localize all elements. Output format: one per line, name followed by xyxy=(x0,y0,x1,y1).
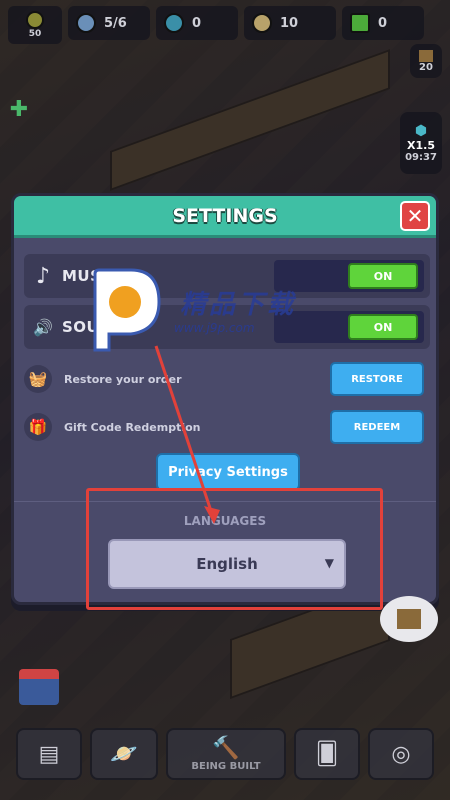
being-built-button[interactable]: 🔨 BEING BUILT xyxy=(166,728,286,780)
shop-button[interactable] xyxy=(14,664,64,710)
hammer-icon: 🔨 xyxy=(212,736,240,761)
settings-title: SETTINGS xyxy=(172,204,278,227)
restore-label: Restore your order xyxy=(64,372,182,386)
crate-count: 20 xyxy=(419,61,433,73)
plus-gear-icon: ✚ xyxy=(9,96,29,122)
level-value: 50 xyxy=(28,29,42,39)
watermark-url: www.j9p.com xyxy=(174,321,255,335)
gift-icon: 🎁 xyxy=(24,413,52,441)
basket-icon: 🧺 xyxy=(24,365,52,393)
gem-icon xyxy=(164,13,184,33)
worker-icon xyxy=(76,13,96,33)
gift-row: 🎁 Gift Code Redemption REDEEM xyxy=(24,408,430,446)
blocks-value: 0 xyxy=(378,15,388,31)
redeem-button[interactable]: REDEEM xyxy=(330,410,424,444)
watermark-logo xyxy=(93,268,161,352)
mushroom-icon xyxy=(252,13,272,33)
shop-icon xyxy=(19,669,59,705)
build-bubble[interactable] xyxy=(380,596,438,642)
block-icon xyxy=(350,13,370,33)
target-icon: ◎ xyxy=(391,741,411,767)
sound-toggle[interactable]: ON xyxy=(274,311,424,343)
restore-button[interactable]: RESTORE xyxy=(330,362,424,396)
blocks-counter[interactable]: 0 xyxy=(342,6,424,40)
level-icon xyxy=(26,11,44,29)
gems-value: 0 xyxy=(192,15,202,31)
sound-toggle-on[interactable]: ON xyxy=(348,314,418,340)
close-icon: ✕ xyxy=(406,204,424,228)
tool-cards-button[interactable]: 🂠 xyxy=(294,728,360,780)
planet-icon: 🪐 xyxy=(110,741,138,767)
speed-button[interactable]: ⬢ X1.5 09:37 xyxy=(400,112,442,174)
timer-value: 09:37 xyxy=(405,152,437,163)
speed-icon: ⬢ xyxy=(414,123,428,139)
gift-label: Gift Code Redemption xyxy=(64,420,201,434)
restore-row: 🧺 Restore your order RESTORE xyxy=(24,360,430,398)
crate-icon xyxy=(419,49,433,62)
speed-value: X1.5 xyxy=(407,139,435,152)
tool-target-button[interactable]: ◎ xyxy=(368,728,434,780)
workers-value: 5/6 xyxy=(104,15,127,31)
being-built-label: BEING BUILT xyxy=(191,761,261,772)
music-note-icon: ♪ xyxy=(35,263,51,289)
privacy-settings-button[interactable]: Privacy Settings xyxy=(156,453,300,491)
music-toggle[interactable]: ON xyxy=(274,260,424,292)
food-value: 10 xyxy=(280,15,299,31)
annotation-highlight-box xyxy=(86,488,383,610)
workers-counter[interactable]: 5/6 xyxy=(68,6,150,40)
bottom-toolbar: ▤ 🪐 🔨 BEING BUILT 🂠 ◎ xyxy=(16,728,434,784)
close-button[interactable]: ✕ xyxy=(400,201,430,231)
tool-notebook-button[interactable]: ▤ xyxy=(16,728,82,780)
tool-planet-button[interactable]: 🪐 xyxy=(90,728,158,780)
speaker-icon: 🔊 xyxy=(33,317,53,337)
crate-button[interactable]: 20 xyxy=(410,44,442,78)
boxes-icon xyxy=(397,609,421,629)
notebook-icon: ▤ xyxy=(38,741,60,767)
cards-icon: 🂠 xyxy=(315,741,339,767)
settings-header: SETTINGS xyxy=(14,196,436,238)
level-badge[interactable]: 50 xyxy=(8,6,62,44)
watermark-brand: 精品下载 xyxy=(180,290,297,320)
food-counter[interactable]: 10 xyxy=(244,6,336,40)
music-toggle-on[interactable]: ON xyxy=(348,263,418,289)
add-button[interactable]: ✚ xyxy=(4,94,34,124)
top-hud: 50 5/6 0 10 0 xyxy=(8,6,442,44)
gems-counter[interactable]: 0 xyxy=(156,6,238,40)
